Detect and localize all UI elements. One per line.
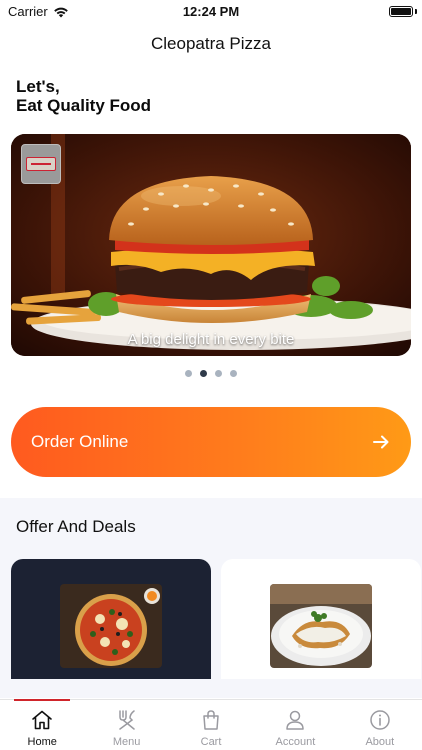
logo-mark	[26, 157, 56, 171]
status-bar: Carrier 12:24 PM	[0, 0, 422, 24]
tab-cart[interactable]: Cart	[169, 700, 253, 750]
tab-account-label: Account	[275, 736, 316, 748]
offers-section: Offer And Deals	[0, 498, 422, 698]
deal-card[interactable]	[11, 559, 211, 679]
info-icon	[370, 710, 390, 730]
home-icon	[32, 710, 53, 730]
carousel-dot[interactable]	[230, 370, 237, 377]
deal-card[interactable]	[221, 559, 421, 679]
carousel-dot[interactable]	[215, 370, 222, 377]
tab-about[interactable]: About	[338, 700, 422, 750]
arrow-right-icon	[373, 435, 389, 449]
tab-cart-label: Cart	[200, 736, 222, 748]
greeting-line-1: Let's,	[16, 77, 60, 96]
burger-image	[11, 134, 411, 356]
battery-cap	[415, 9, 417, 14]
tab-home[interactable]: Home	[0, 699, 84, 750]
order-online-label: Order Online	[31, 432, 129, 451]
banner-carousel[interactable]: A big delight in every bite	[11, 134, 411, 356]
tab-home-label: Home	[27, 736, 57, 748]
tab-account[interactable]: Account	[253, 700, 337, 750]
order-online-button[interactable]: Order Online	[11, 407, 411, 477]
carousel-dots[interactable]	[0, 370, 422, 377]
tab-about-label: About	[365, 736, 395, 748]
page-title: Cleopatra Pizza	[150, 34, 271, 53]
greeting-line-2: Eat Quality Food	[16, 96, 152, 115]
restaurant-logo	[21, 144, 61, 184]
carousel-dot[interactable]	[200, 370, 207, 377]
offers-title: Offer And Deals	[16, 517, 136, 536]
shopping-bag-icon	[203, 710, 219, 730]
tab-menu-label: Menu	[112, 736, 141, 748]
chicken-dish-image	[270, 584, 372, 668]
tab-menu[interactable]: Menu	[84, 700, 168, 750]
user-icon	[286, 710, 305, 730]
status-time: 12:24 PM	[182, 4, 240, 19]
pizza-image	[60, 584, 162, 668]
banner-caption: A big delight in every bite	[127, 331, 295, 348]
tab-bar: Home Menu Cart Account About	[0, 699, 422, 750]
greeting: Let's, Eat Quality Food	[16, 77, 151, 115]
carousel-dot[interactable]	[185, 370, 192, 377]
utensils-icon	[118, 710, 135, 730]
battery-icon	[389, 6, 413, 17]
